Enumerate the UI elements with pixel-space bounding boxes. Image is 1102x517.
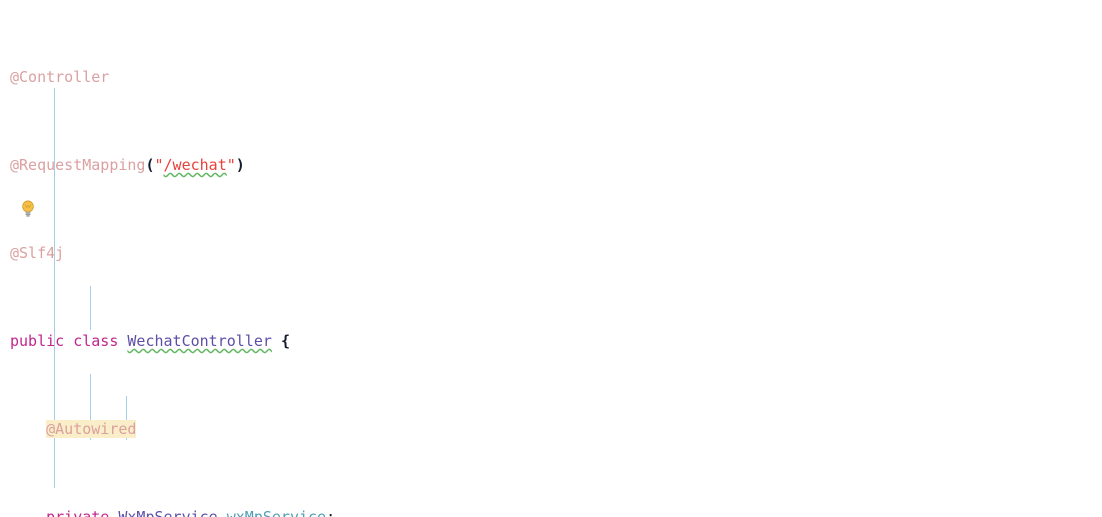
field-wxmpservice: wxMpService xyxy=(226,508,327,517)
string-quote-open: " xyxy=(154,156,164,174)
code-line-2[interactable]: @RequestMapping("/wechat") xyxy=(10,154,815,176)
code-line-3[interactable]: @Slf4j xyxy=(10,242,815,264)
code-line-6[interactable]: private WxMpService wxMpService; xyxy=(10,506,815,517)
code-content[interactable]: @Controller @RequestMapping("/wechat") @… xyxy=(10,0,815,517)
paren-open: ( xyxy=(145,156,155,174)
annotation-controller: @Controller xyxy=(10,68,110,86)
annotation-slf4j: @Slf4j xyxy=(10,244,65,262)
code-line-1[interactable]: @Controller xyxy=(10,66,815,88)
code-editor[interactable]: @Controller @RequestMapping("/wechat") @… xyxy=(0,0,1102,517)
paren-close: ) xyxy=(235,156,245,174)
keyword-public: public xyxy=(10,332,65,350)
type-wechat-controller: WechatController xyxy=(127,332,272,350)
string-quote-close: " xyxy=(226,156,236,174)
semicolon: ; xyxy=(326,508,336,517)
keyword-private: private xyxy=(46,508,110,517)
code-line-5[interactable]: @Autowired xyxy=(10,418,815,440)
type-wxmpservice: WxMpService xyxy=(118,508,218,517)
keyword-class: class xyxy=(73,332,119,350)
string-wechat-path: /wechat xyxy=(163,156,227,174)
annotation-autowired: @Autowired xyxy=(46,420,137,438)
code-line-4[interactable]: public class WechatController { xyxy=(10,330,815,352)
brace-open-class: { xyxy=(280,332,290,350)
annotation-request-mapping: @RequestMapping xyxy=(10,156,146,174)
